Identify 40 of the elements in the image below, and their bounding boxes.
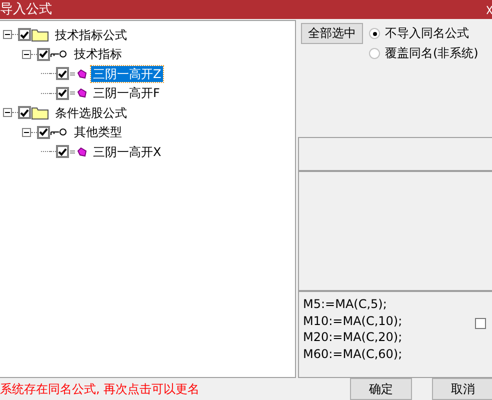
- option-label: 不导入同名公式: [385, 25, 469, 42]
- formula-line: M10:=MA(C,10);: [303, 312, 402, 329]
- checkbox[interactable]: [475, 318, 486, 329]
- tree-item[interactable]: 其他类型: [72, 124, 124, 140]
- status-message: 系统存在同名公式, 再次点击可以更名: [0, 380, 201, 398]
- gem-icon: [69, 68, 87, 79]
- tree-item[interactable]: 三阴一高开Z: [91, 66, 164, 82]
- window-title: 导入公式: [0, 1, 52, 19]
- tree-item[interactable]: 条件选股公式: [53, 104, 129, 121]
- formula-line: M60:=MA(C,60);: [303, 346, 402, 362]
- checkbox[interactable]: [56, 86, 69, 100]
- checkbox[interactable]: [37, 126, 50, 139]
- radio-button[interactable]: [369, 48, 380, 59]
- checkbox[interactable]: [56, 145, 69, 158]
- gem-icon: [69, 88, 87, 98]
- checkbox[interactable]: [18, 106, 31, 120]
- expander-icon[interactable]: [22, 50, 31, 59]
- formula-line: M20:=MA(C,20);: [303, 329, 402, 346]
- checkbox[interactable]: [56, 67, 69, 80]
- gem-icon: [69, 146, 87, 157]
- ok-button[interactable]: 确定: [350, 378, 412, 400]
- tree-item[interactable]: 技术指标: [72, 46, 124, 62]
- checkbox[interactable]: [37, 48, 50, 61]
- key-icon: [50, 128, 68, 136]
- key-icon: [50, 50, 68, 58]
- select-all-button[interactable]: 全部选中: [301, 23, 363, 44]
- tree-item[interactable]: 三阴一高开X: [91, 144, 164, 160]
- checkbox[interactable]: [18, 28, 31, 42]
- close-icon[interactable]: [486, 4, 492, 14]
- tree-item[interactable]: 三阴一高开F: [91, 85, 162, 102]
- expander-icon[interactable]: [3, 30, 12, 40]
- cancel-button[interactable]: 取消: [432, 378, 492, 400]
- radio-button[interactable]: [369, 28, 380, 39]
- folder-icon: [31, 106, 49, 120]
- tree-item[interactable]: 技术指标公式: [53, 26, 129, 43]
- formula-line: M5:=MA(C,5);: [303, 296, 388, 312]
- folder-icon: [31, 28, 49, 42]
- expander-icon[interactable]: [22, 128, 31, 137]
- expander-icon[interactable]: [3, 108, 12, 118]
- option-label: 覆盖同名(非系统): [385, 45, 478, 62]
